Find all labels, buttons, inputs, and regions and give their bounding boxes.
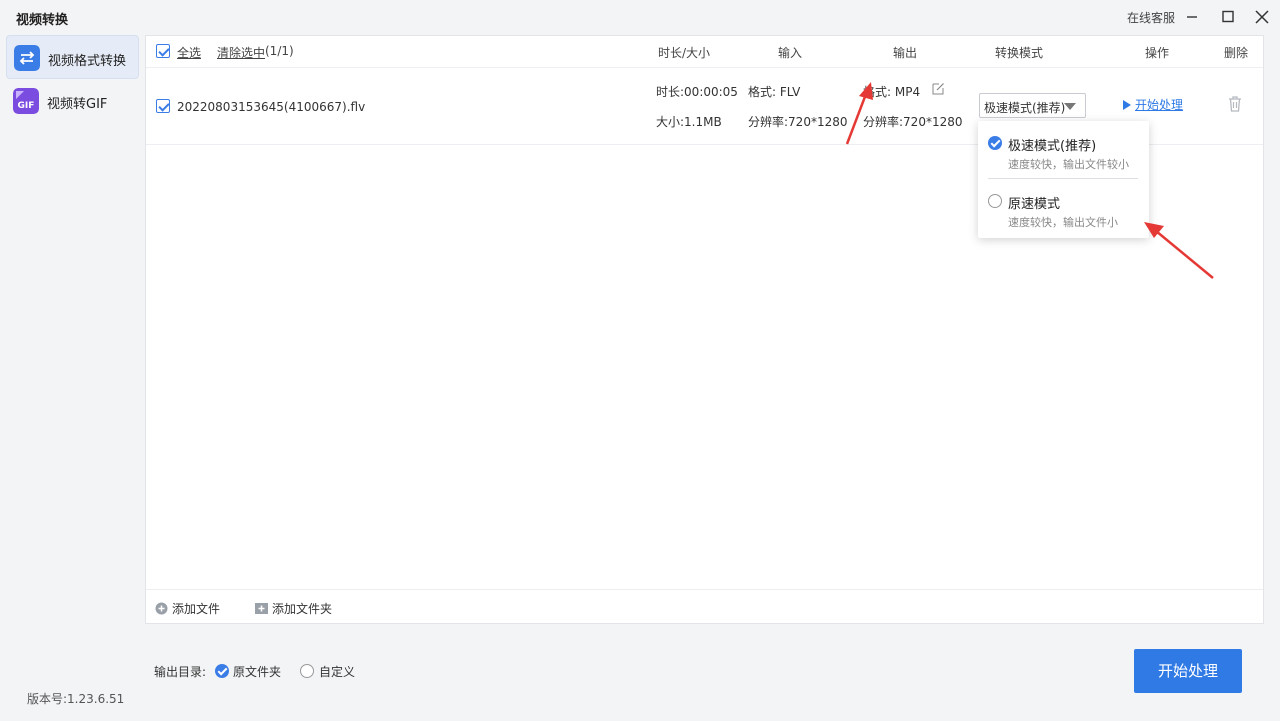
row-start-processing-link[interactable]: 开始处理 (1123, 96, 1183, 113)
mode-option-desc: 速度较快，输出文件小 (1008, 216, 1118, 229)
sidebar-item-label: 视频格式转换 (48, 54, 127, 69)
mode-option-title: 原速模式 (1008, 197, 1061, 212)
close-icon[interactable] (1251, 6, 1273, 28)
add-circle-icon (155, 602, 168, 615)
header-delete: 删除 (1224, 46, 1249, 60)
sidebar-item-video-format-convert[interactable]: 视频格式转换 (6, 35, 139, 79)
file-name: 20220803153645(4100667).flv (177, 100, 366, 114)
option-original-folder-label: 原文件夹 (233, 665, 282, 679)
divider (988, 178, 1138, 179)
clear-selected-link[interactable]: 清除选中 (217, 44, 265, 61)
radio-checked-icon (988, 136, 1002, 150)
start-processing-button[interactable]: 开始处理 (1134, 649, 1242, 693)
selected-count: (1/1) (265, 44, 294, 58)
mode-option-original[interactable]: 原速模式 速度较快，输出文件小 (978, 183, 1149, 235)
swap-arrows-icon (14, 45, 40, 71)
edit-icon[interactable] (932, 82, 945, 95)
radio-unchecked-icon (988, 194, 1002, 208)
mode-option-desc: 速度较快，输出文件较小 (1008, 158, 1129, 171)
table-header: 全选 清除选中 (1/1) 时长/大小 输入 输出 转换模式 操作 删除 (146, 36, 1263, 68)
version-label: 版本号:1.23.6.51 (27, 692, 125, 706)
input-format: 格式: FLV (748, 85, 801, 99)
header-duration-size: 时长/大小 (658, 46, 711, 60)
add-folder-button[interactable]: 添加文件夹 (255, 600, 332, 617)
file-size: 大小:1.1MB (656, 115, 722, 129)
conversion-mode-select[interactable]: 极速模式(推荐) (979, 93, 1086, 118)
radio-custom[interactable] (300, 664, 314, 678)
mode-option-fast[interactable]: 极速模式(推荐) 速度较快，输出文件较小 (978, 125, 1149, 177)
output-resolution: 分辨率:720*1280 (863, 115, 963, 129)
input-resolution: 分辨率:720*1280 (748, 115, 848, 129)
svg-text:GIF: GIF (18, 101, 35, 111)
maximize-icon[interactable] (1217, 6, 1239, 28)
header-mode: 转换模式 (995, 46, 1044, 60)
title-bar: 视频转换 在线客服 (0, 0, 1280, 34)
conversion-mode-dropdown: 极速模式(推荐) 速度较快，输出文件较小 原速模式 速度较快，输出文件小 (978, 121, 1149, 238)
gif-icon: GIF (13, 88, 39, 114)
online-support-link[interactable]: 在线客服 (1127, 9, 1175, 26)
conversion-mode-value: 极速模式(推荐) (984, 101, 1066, 115)
play-icon (1123, 100, 1131, 110)
row-checkbox[interactable] (156, 99, 170, 113)
sidebar-item-video-to-gif[interactable]: GIF 视频转GIF (6, 79, 139, 123)
output-dir-label: 输出目录: (154, 665, 207, 679)
mode-option-title: 极速模式(推荐) (1008, 139, 1097, 154)
header-action: 操作 (1145, 46, 1170, 60)
header-output: 输出 (893, 46, 918, 60)
radio-original-folder[interactable] (215, 664, 229, 678)
sidebar-item-label: 视频转GIF (47, 97, 108, 112)
minimize-icon[interactable] (1181, 6, 1203, 28)
chevron-down-icon (1064, 103, 1076, 110)
sidebar: 视频格式转换 GIF 视频转GIF (0, 34, 143, 684)
add-file-button[interactable]: 添加文件 (155, 600, 220, 617)
file-duration: 时长:00:00:05 (656, 85, 738, 99)
app-title: 视频转换 (16, 13, 69, 28)
header-input: 输入 (778, 46, 803, 60)
output-format: 格式: MP4 (863, 85, 921, 99)
select-all-checkbox[interactable] (156, 44, 170, 58)
add-folder-icon (255, 603, 268, 614)
panel-footer: 添加文件 添加文件夹 (146, 589, 1263, 623)
select-all-link[interactable]: 全选 (177, 44, 201, 61)
trash-icon[interactable] (1227, 95, 1243, 112)
option-custom-label: 自定义 (319, 665, 356, 679)
